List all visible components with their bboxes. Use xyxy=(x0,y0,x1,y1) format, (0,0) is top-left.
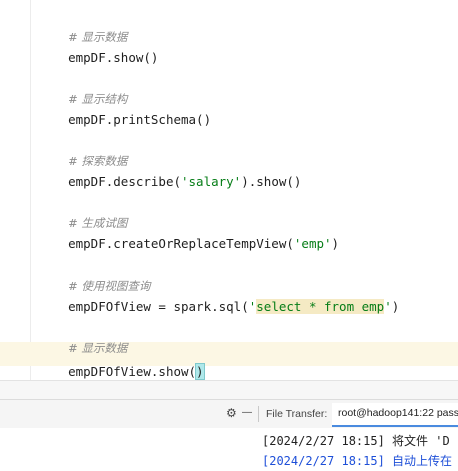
matched-paren: ) xyxy=(195,363,205,380)
string-quote: ' xyxy=(384,299,392,314)
sql-string-highlight: select * from emp xyxy=(256,299,385,314)
string-literal: 'salary' xyxy=(181,174,242,189)
code-text: empDF.describe( xyxy=(68,174,181,189)
file-transfer-toolbar: ⚙ — File Transfer: root@hadoop141:22 pas… xyxy=(0,399,458,429)
code-text: empDFOfView = spark.sql( xyxy=(68,299,249,314)
transfer-log: [2024/2/27 18:15] 将文件 'D [2024/2/27 18:1… xyxy=(0,428,458,471)
gear-icon[interactable]: ⚙ xyxy=(226,406,237,420)
text-cursor xyxy=(203,364,205,379)
file-transfer-label: File Transfer: xyxy=(266,408,328,420)
code-text: ) xyxy=(331,236,340,251)
toolbar-separator xyxy=(258,406,259,422)
code-editor[interactable]: # 显示数据 empDF.show() # 显示结构 empDF.printSc… xyxy=(0,0,458,380)
code-text: ) xyxy=(391,299,400,314)
gutter-divider xyxy=(30,0,31,380)
log-line: [2024/2/27 18:15] 将文件 'D xyxy=(262,434,450,448)
code-text: ).show() xyxy=(241,174,302,189)
string-literal: 'emp' xyxy=(293,236,332,251)
code-text: empDF.show() xyxy=(68,50,159,65)
code-text: empDF.printSchema() xyxy=(68,112,212,127)
session-tab[interactable]: root@hadoop141:22 pass xyxy=(332,403,458,427)
log-line: [2024/2/27 18:15] 自动上传在 xyxy=(262,454,453,468)
minimize-icon[interactable]: — xyxy=(242,407,252,418)
panel-gap xyxy=(0,381,458,399)
code-text: empDFOfView.show( xyxy=(68,364,197,379)
code-text: empDF.createOrReplaceTempView( xyxy=(68,236,294,251)
